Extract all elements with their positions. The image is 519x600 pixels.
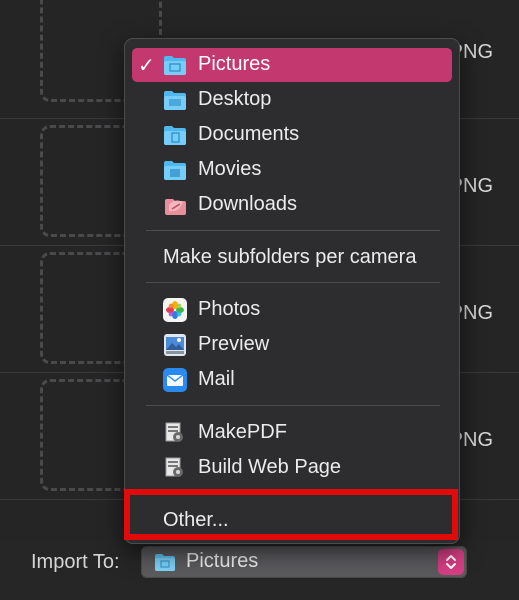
import-to-label: Import To: — [31, 551, 120, 573]
menu-item-label: MakePDF — [198, 421, 287, 443]
menu-separator — [146, 493, 440, 494]
menu-item-preview[interactable]: Preview — [132, 328, 452, 362]
desktop-folder-icon — [163, 88, 187, 112]
menu-item-mail[interactable]: Mail — [132, 363, 452, 397]
downloads-folder-icon — [163, 193, 187, 217]
menu-item-downloads[interactable]: Downloads — [132, 188, 452, 222]
menu-item-label: Desktop — [198, 88, 272, 110]
menu-separator — [146, 405, 440, 406]
menu-item-label: Mail — [198, 368, 235, 390]
import-destination-popup[interactable]: Pictures — [141, 546, 467, 578]
pictures-folder-icon — [163, 53, 187, 77]
menu-item-label: Documents — [198, 123, 300, 145]
menu-item-label: Build Web Page — [198, 456, 342, 478]
checkmark-icon: ✓ — [138, 55, 155, 77]
movies-folder-icon — [163, 158, 187, 182]
menu-item-pictures[interactable]: ✓ Pictures — [132, 48, 452, 82]
menu-item-label: Movies — [198, 158, 262, 180]
menu-item-photos[interactable]: Photos — [132, 293, 452, 327]
preview-app-icon — [163, 333, 187, 357]
menu-item-label: Downloads — [198, 193, 297, 215]
menu-item-desktop[interactable]: Desktop — [132, 83, 452, 117]
menu-separator — [146, 230, 440, 231]
menu-item-label: Make subfolders per camera — [163, 246, 417, 268]
menu-item-movies[interactable]: Movies — [132, 153, 452, 187]
menu-item-documents[interactable]: Documents — [132, 118, 452, 152]
menu-item-make-subfolders[interactable]: Make subfolders per camera — [132, 241, 452, 275]
menu-item-label: Other... — [163, 509, 229, 531]
photos-app-icon — [163, 298, 187, 322]
menu-item-makepdf[interactable]: MakePDF — [132, 416, 452, 450]
import-destination-menu: ✓ Pictures Desktop Documents Movies Down… — [124, 38, 460, 544]
script-icon — [163, 456, 187, 480]
menu-item-label: Preview — [198, 333, 270, 355]
menu-item-build-web-page[interactable]: Build Web Page — [132, 451, 452, 485]
menu-item-other[interactable]: Other... — [132, 504, 452, 538]
menu-item-label: Photos — [198, 298, 261, 320]
mail-app-icon — [163, 368, 187, 392]
menu-separator — [146, 282, 440, 283]
import-destination-value: Pictures — [186, 550, 259, 572]
menu-item-label: Pictures — [198, 53, 271, 75]
chevron-updown-icon — [446, 555, 456, 569]
script-icon — [163, 421, 187, 445]
pictures-folder-icon — [154, 552, 176, 577]
popup-stepper[interactable] — [438, 549, 464, 575]
documents-folder-icon — [163, 123, 187, 147]
